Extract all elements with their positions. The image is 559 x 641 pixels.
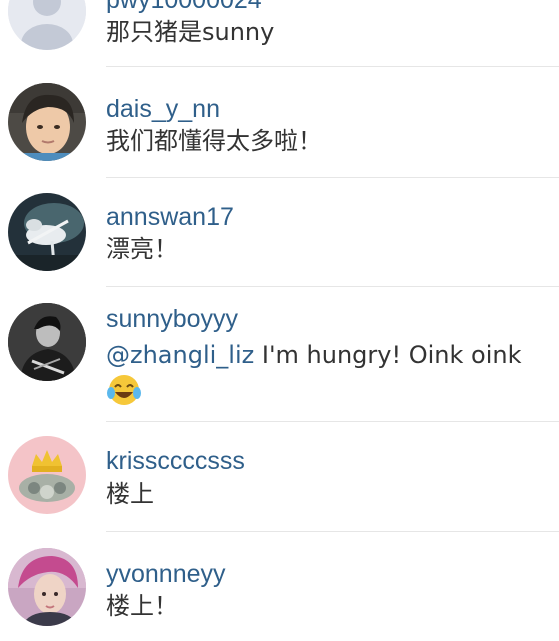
comment-item: sunnyboyyy @zhangli_liz I'm hungry! Oink… [0,287,559,422]
avatar[interactable] [8,436,86,514]
comment-item: dais_y_nn 我们都懂得太多啦！ [0,67,559,178]
face-with-tears-of-joy-icon [106,372,142,408]
comment-text: 我们都懂得太多啦！ [106,127,322,155]
comment-text: 楼上！ [106,592,178,620]
comment-item: yvonnneyy 楼上！ [0,532,559,641]
comment-text: @zhangli_liz I'm hungry! Oink oink [106,340,522,370]
comment-text: 楼上 [106,480,154,508]
comment-username[interactable]: annswan17 [106,202,234,232]
avatar[interactable] [8,303,86,381]
comment-list: pwy10000024 那只猪是sunny dais_y_nn 我们都懂得太多啦… [0,0,559,641]
comment-text: 漂亮！ [106,235,178,263]
avatar[interactable] [8,548,86,626]
comment-text-body: I'm hungry! Oink oink [254,341,522,369]
avatar[interactable] [8,0,86,50]
avatar[interactable] [8,193,86,271]
comment-username[interactable]: krissccccsss [106,446,245,476]
comment-item: annswan17 漂亮！ [0,177,559,287]
comment-username[interactable]: sunnyboyyy [106,304,238,334]
comment-username[interactable]: pwy10000024 [106,0,262,15]
comment-username[interactable]: dais_y_nn [106,94,220,124]
avatar[interactable] [8,83,86,161]
comment-item: krissccccsss 楼上 [0,422,559,532]
mention-link[interactable]: @zhangli_liz [106,341,254,369]
comment-text: 那只猪是sunny [106,18,275,46]
comment-item: pwy10000024 那只猪是sunny [0,0,559,67]
comment-username[interactable]: yvonnneyy [106,559,226,589]
